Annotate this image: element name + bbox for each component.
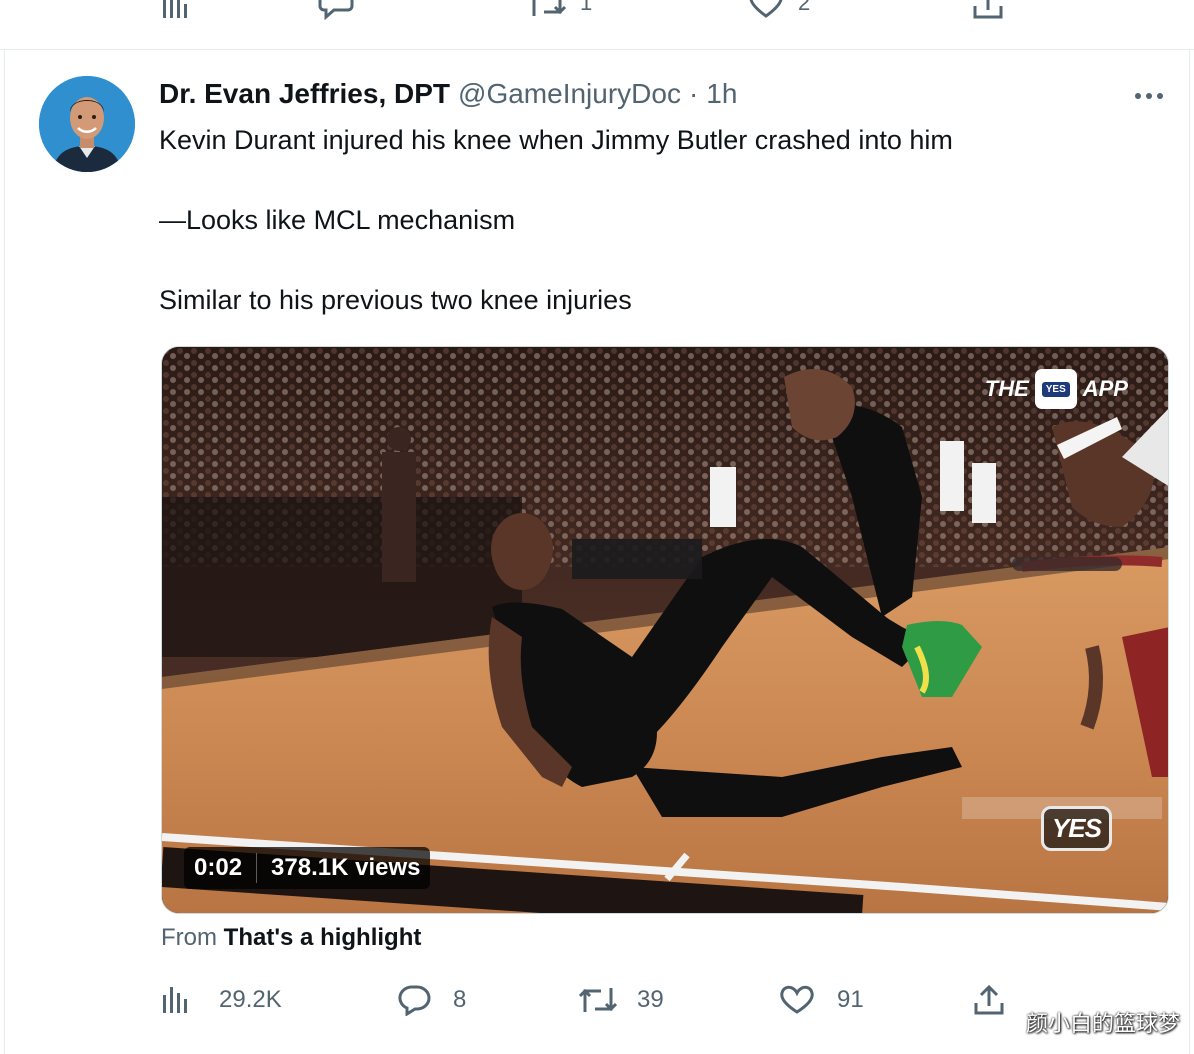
- avatar[interactable]: [39, 76, 135, 172]
- tweet-text-line: Similar to his previous two knee injurie…: [159, 285, 632, 315]
- prev-views-button[interactable]: [160, 0, 188, 20]
- share-icon: [973, 0, 1003, 19]
- yes-app-logo: THE YES APP: [985, 369, 1128, 409]
- views-count: 29.2K: [219, 986, 282, 1013]
- header-separator: ·: [688, 78, 699, 109]
- prev-retweet-button[interactable]: 1: [528, 0, 592, 20]
- author-display-name[interactable]: Dr. Evan Jeffries, DPT: [159, 78, 450, 110]
- reply-icon: [318, 0, 354, 20]
- tweet-text-line: —Looks like MCL mechanism: [159, 205, 516, 235]
- prev-reply-button[interactable]: [318, 0, 354, 20]
- source-link[interactable]: That's a highlight: [224, 924, 422, 951]
- author-handle[interactable]: @GameInjuryDoc: [458, 78, 681, 110]
- video-player[interactable]: THE YES APP YES 0:02 378.1K views: [161, 346, 1169, 914]
- yes-app-logo-box: YES: [1034, 369, 1077, 409]
- tweet-action-bar: 29.2K 8 39 91: [5, 978, 1191, 1026]
- source-prefix: From: [161, 924, 217, 951]
- video-frame: [162, 347, 1168, 913]
- watermark: 颜小白的篮球梦: [1025, 1012, 1180, 1037]
- previous-tweet-action-bar: 1 2: [0, 0, 1194, 50]
- prev-retweet-count: 1: [580, 0, 593, 15]
- video-timestamp: 0:02: [194, 854, 243, 881]
- bar-chart-icon: [163, 0, 187, 18]
- retweet-icon: [579, 988, 617, 1012]
- reply-icon: [398, 985, 431, 1016]
- tweet-timestamp[interactable]: 1h: [706, 78, 737, 110]
- avatar-image: [39, 76, 135, 172]
- yes-app-logo-right: APP: [1082, 376, 1128, 401]
- views-button[interactable]: 29.2K: [161, 978, 282, 1022]
- tweet-text: Kevin Durant injured his knee when Jimmy…: [159, 120, 953, 320]
- bar-chart-icon: [163, 987, 187, 1013]
- heart-icon: [780, 985, 814, 1014]
- reply-button[interactable]: 8: [397, 978, 466, 1022]
- yes-app-logo-mid: YES: [1041, 381, 1070, 397]
- share-icon: [974, 985, 1004, 1015]
- prev-like-button[interactable]: 2: [748, 0, 810, 20]
- badge-divider: [256, 853, 258, 883]
- yes-app-logo-left: THE: [984, 376, 1029, 401]
- retweet-button[interactable]: 39: [579, 978, 664, 1022]
- tweet-text-line: Kevin Durant injured his knee when Jimmy…: [159, 125, 953, 155]
- like-button[interactable]: 91: [779, 978, 864, 1022]
- yes-network-logo: YES: [1040, 806, 1112, 851]
- video-view-count: 378.1K views: [271, 854, 421, 881]
- video-info-badge: 0:02 378.1K views: [184, 847, 431, 889]
- video-source-attribution: From That's a highlight: [161, 924, 421, 952]
- like-count: 91: [837, 986, 864, 1013]
- share-button[interactable]: [973, 978, 1005, 1022]
- prev-share-button[interactable]: [972, 0, 1004, 20]
- reply-count: 8: [453, 986, 467, 1013]
- more-icon: [1135, 93, 1141, 99]
- heart-icon: [749, 0, 783, 18]
- tweet-header: Dr. Evan Jeffries, DPT @GameInjuryDoc · …: [159, 78, 737, 110]
- tweet[interactable]: Dr. Evan Jeffries, DPT @GameInjuryDoc · …: [4, 50, 1190, 1054]
- prev-like-count: 2: [798, 0, 811, 15]
- more-options-button[interactable]: [1135, 86, 1169, 106]
- retweet-count: 39: [637, 986, 664, 1013]
- retweet-icon: [530, 0, 566, 16]
